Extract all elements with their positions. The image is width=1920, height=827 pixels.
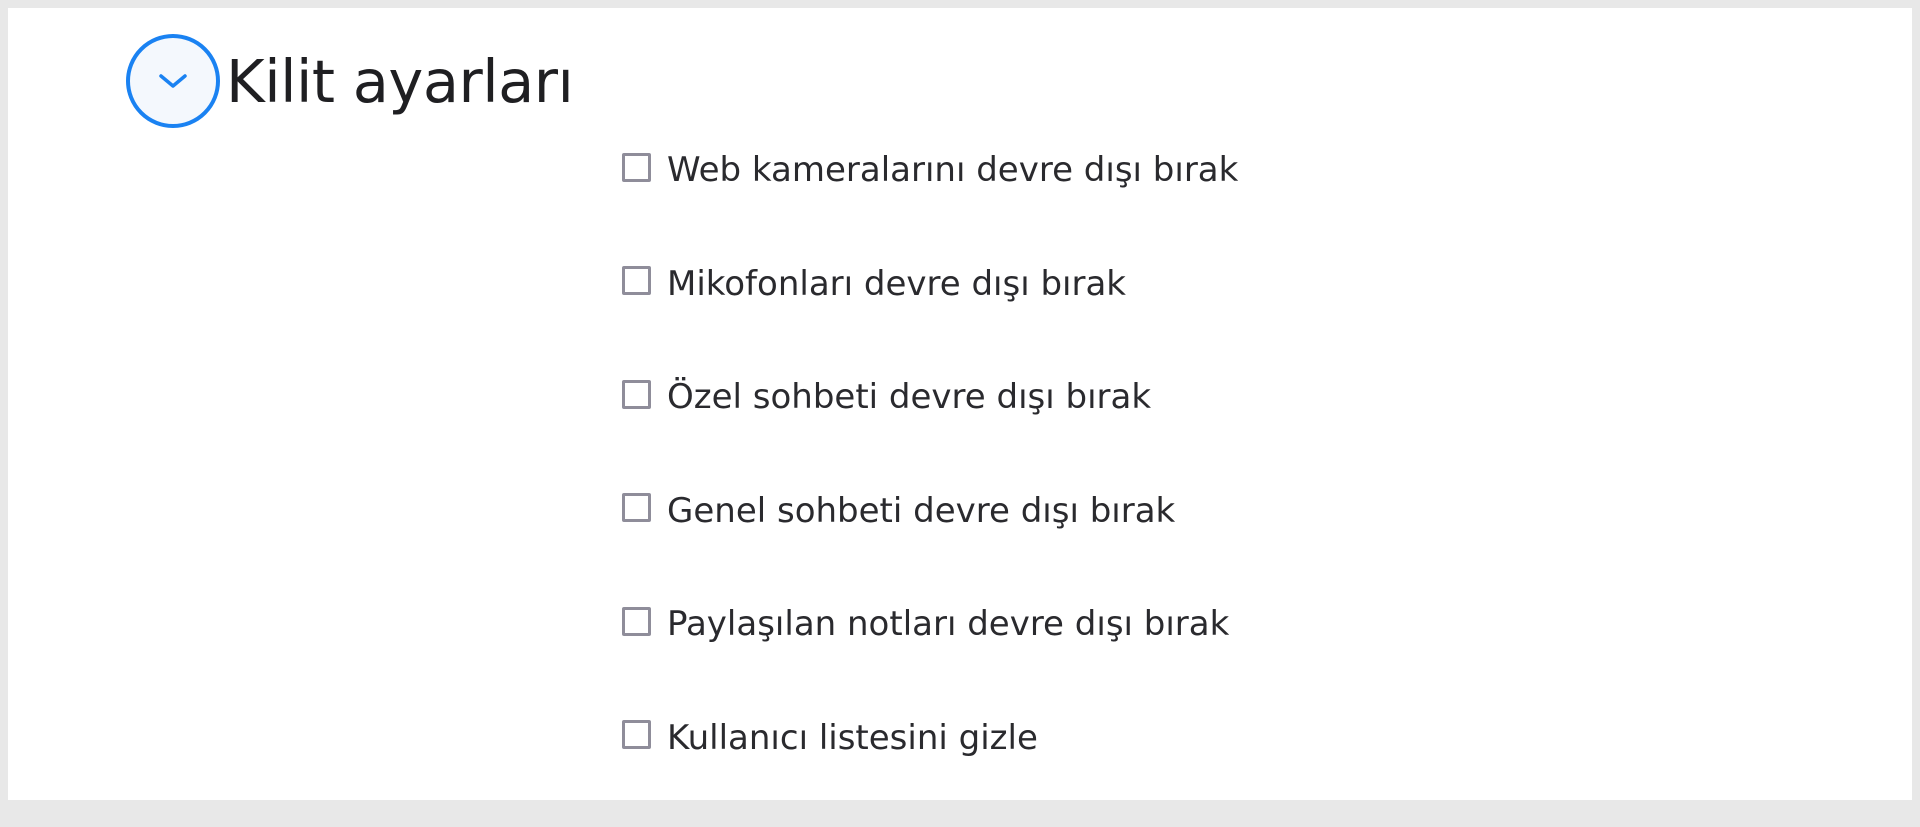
option-label: Mikofonları devre dışı bırak: [667, 263, 1126, 304]
lock-options-list: Web kameralarını devre dışı bırak Mikofo…: [622, 146, 1238, 827]
lock-settings-panel: Kilit ayarları Web kameralarını devre dı…: [8, 8, 1912, 800]
option-label: Web kameralarını devre dışı bırak: [667, 150, 1239, 190]
checkbox[interactable]: [622, 720, 651, 749]
option-label: Özel sohbeti devre dışı bırak: [667, 377, 1152, 417]
option-disable-shared-notes[interactable]: Paylaşılan notları devre dışı bırak: [622, 600, 1238, 648]
checkbox[interactable]: [622, 379, 651, 409]
option-disable-webcams[interactable]: Web kameralarını devre dışı bırak: [622, 146, 1238, 194]
option-disable-microphones[interactable]: Mikofonları devre dışı bırak: [622, 260, 1238, 308]
checkbox[interactable]: [622, 266, 651, 295]
option-label: Paylaşılan notları devre dışı bırak: [667, 604, 1230, 644]
section-header: Kilit ayarları: [126, 25, 574, 137]
checkbox[interactable]: [622, 493, 651, 522]
option-label: Genel sohbeti devre dışı bırak: [667, 490, 1176, 531]
collapse-toggle-button[interactable]: [126, 34, 220, 128]
option-label: Kullanıcı listesini gizle: [667, 717, 1038, 758]
option-disable-private-chat[interactable]: Özel sohbeti devre dışı bırak: [622, 373, 1238, 421]
section-title: Kilit ayarları: [226, 46, 574, 116]
checkbox[interactable]: [622, 152, 651, 182]
checkbox[interactable]: [622, 606, 651, 636]
option-hide-user-list[interactable]: Kullanıcı listesini gizle: [622, 714, 1238, 762]
chevron-down-icon: [159, 74, 187, 88]
option-disable-public-chat[interactable]: Genel sohbeti devre dışı bırak: [622, 487, 1238, 535]
